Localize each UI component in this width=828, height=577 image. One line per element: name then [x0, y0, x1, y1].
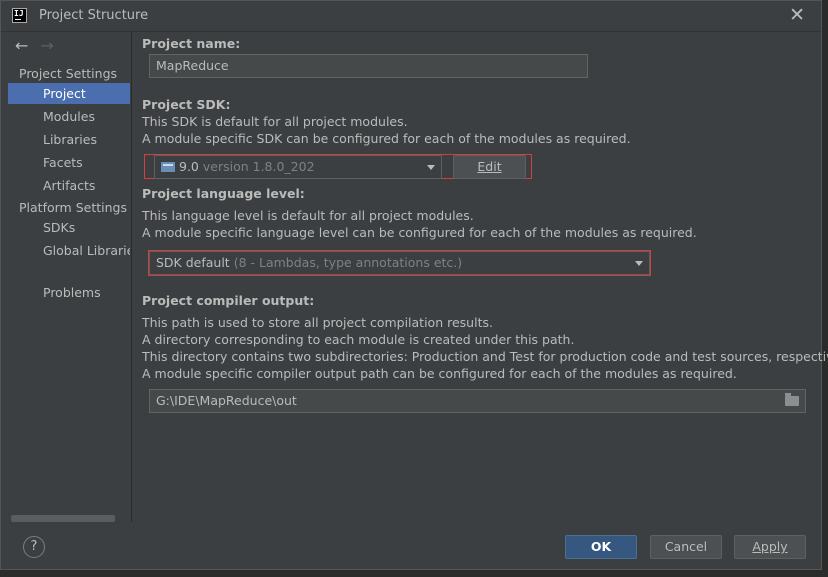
title-bar: IJ Project Structure ✕	[1, 1, 821, 32]
project-structure-dialog: IJ Project Structure ✕ ← → Project Settin…	[0, 0, 828, 570]
sidebar-item-facets[interactable]: Facets	[8, 152, 130, 173]
compiler-output-input[interactable]: G:\IDE\MapReduce\out	[149, 389, 806, 413]
help-icon[interactable]: ?	[23, 536, 45, 558]
back-arrow-icon[interactable]: ←	[15, 36, 28, 55]
sidebar-item-modules[interactable]: Modules	[8, 106, 130, 127]
language-description-1: This language level is default for all p…	[142, 208, 474, 223]
compiler-output-label: Project compiler output:	[142, 293, 315, 308]
language-level-value: SDK default	[156, 255, 230, 270]
language-description-2: A module specific language level can be …	[142, 225, 697, 240]
sidebar-group-project-settings: Project Settings	[19, 66, 118, 81]
sidebar-item-global-libraries[interactable]: Global Libraries	[8, 240, 130, 261]
nav-arrows: ← →	[15, 36, 66, 55]
language-level-hint: (8 - Lambdas, type annotations etc.)	[233, 255, 463, 270]
sdk-description-1: This SDK is default for all project modu…	[142, 114, 408, 129]
app-icon: IJ	[12, 8, 27, 23]
project-name-input[interactable]: MapReduce	[149, 54, 588, 78]
sidebar-item-sdks[interactable]: SDKs	[8, 217, 130, 238]
sdk-edit-button[interactable]: Edit	[453, 155, 526, 179]
sdk-edit-label: Edit	[477, 159, 502, 174]
sdk-folder-icon	[161, 162, 175, 172]
ok-button[interactable]: OK	[565, 535, 637, 559]
folder-browse-icon[interactable]	[785, 393, 799, 406]
sidebar-item-problems[interactable]: Problems	[8, 282, 130, 303]
sidebar-item-libraries[interactable]: Libraries	[8, 129, 130, 150]
sdk-version: version 1.8.0_202	[202, 159, 315, 174]
project-name-label: Project name:	[142, 36, 241, 51]
sdk-combobox[interactable]: 9.0 version 1.8.0_202	[154, 155, 442, 179]
sidebar-item-artifacts[interactable]: Artifacts	[8, 175, 130, 196]
sidebar-scrollbar[interactable]	[11, 515, 115, 522]
cancel-button[interactable]: Cancel	[650, 535, 722, 559]
project-settings-panel: Project name: MapReduce Project SDK: Thi…	[132, 32, 828, 522]
output-description-3: This directory contains two subdirectori…	[142, 349, 828, 364]
compiler-output-path: G:\IDE\MapReduce\out	[156, 393, 297, 408]
window-title: Project Structure	[39, 8, 149, 23]
output-description-1: This path is used to store all project c…	[142, 315, 493, 330]
close-icon[interactable]: ✕	[789, 6, 805, 25]
sidebar-item-project[interactable]: Project	[8, 83, 130, 104]
dropdown-arrow-icon	[427, 165, 435, 170]
sidebar: ← → Project Settings Project Modules Libr…	[8, 32, 132, 522]
output-description-2: A directory corresponding to each module…	[142, 332, 575, 347]
apply-button[interactable]: Apply	[734, 535, 806, 559]
language-level-label: Project language level:	[142, 186, 305, 201]
forward-arrow-icon[interactable]: →	[40, 36, 53, 55]
sdk-name: 9.0	[179, 159, 199, 174]
language-level-combobox[interactable]: SDK default (8 - Lambdas, type annotatio…	[149, 251, 650, 275]
dialog-footer: ? OK Cancel Apply	[1, 522, 821, 570]
dropdown-arrow-icon	[635, 261, 643, 266]
sdk-description-2: A module specific SDK can be configured …	[142, 131, 631, 146]
project-sdk-label: Project SDK:	[142, 97, 231, 112]
sidebar-group-platform-settings: Platform Settings	[19, 200, 127, 215]
output-description-4: A module specific compiler output path c…	[142, 366, 737, 381]
apply-label: Apply	[752, 539, 788, 554]
